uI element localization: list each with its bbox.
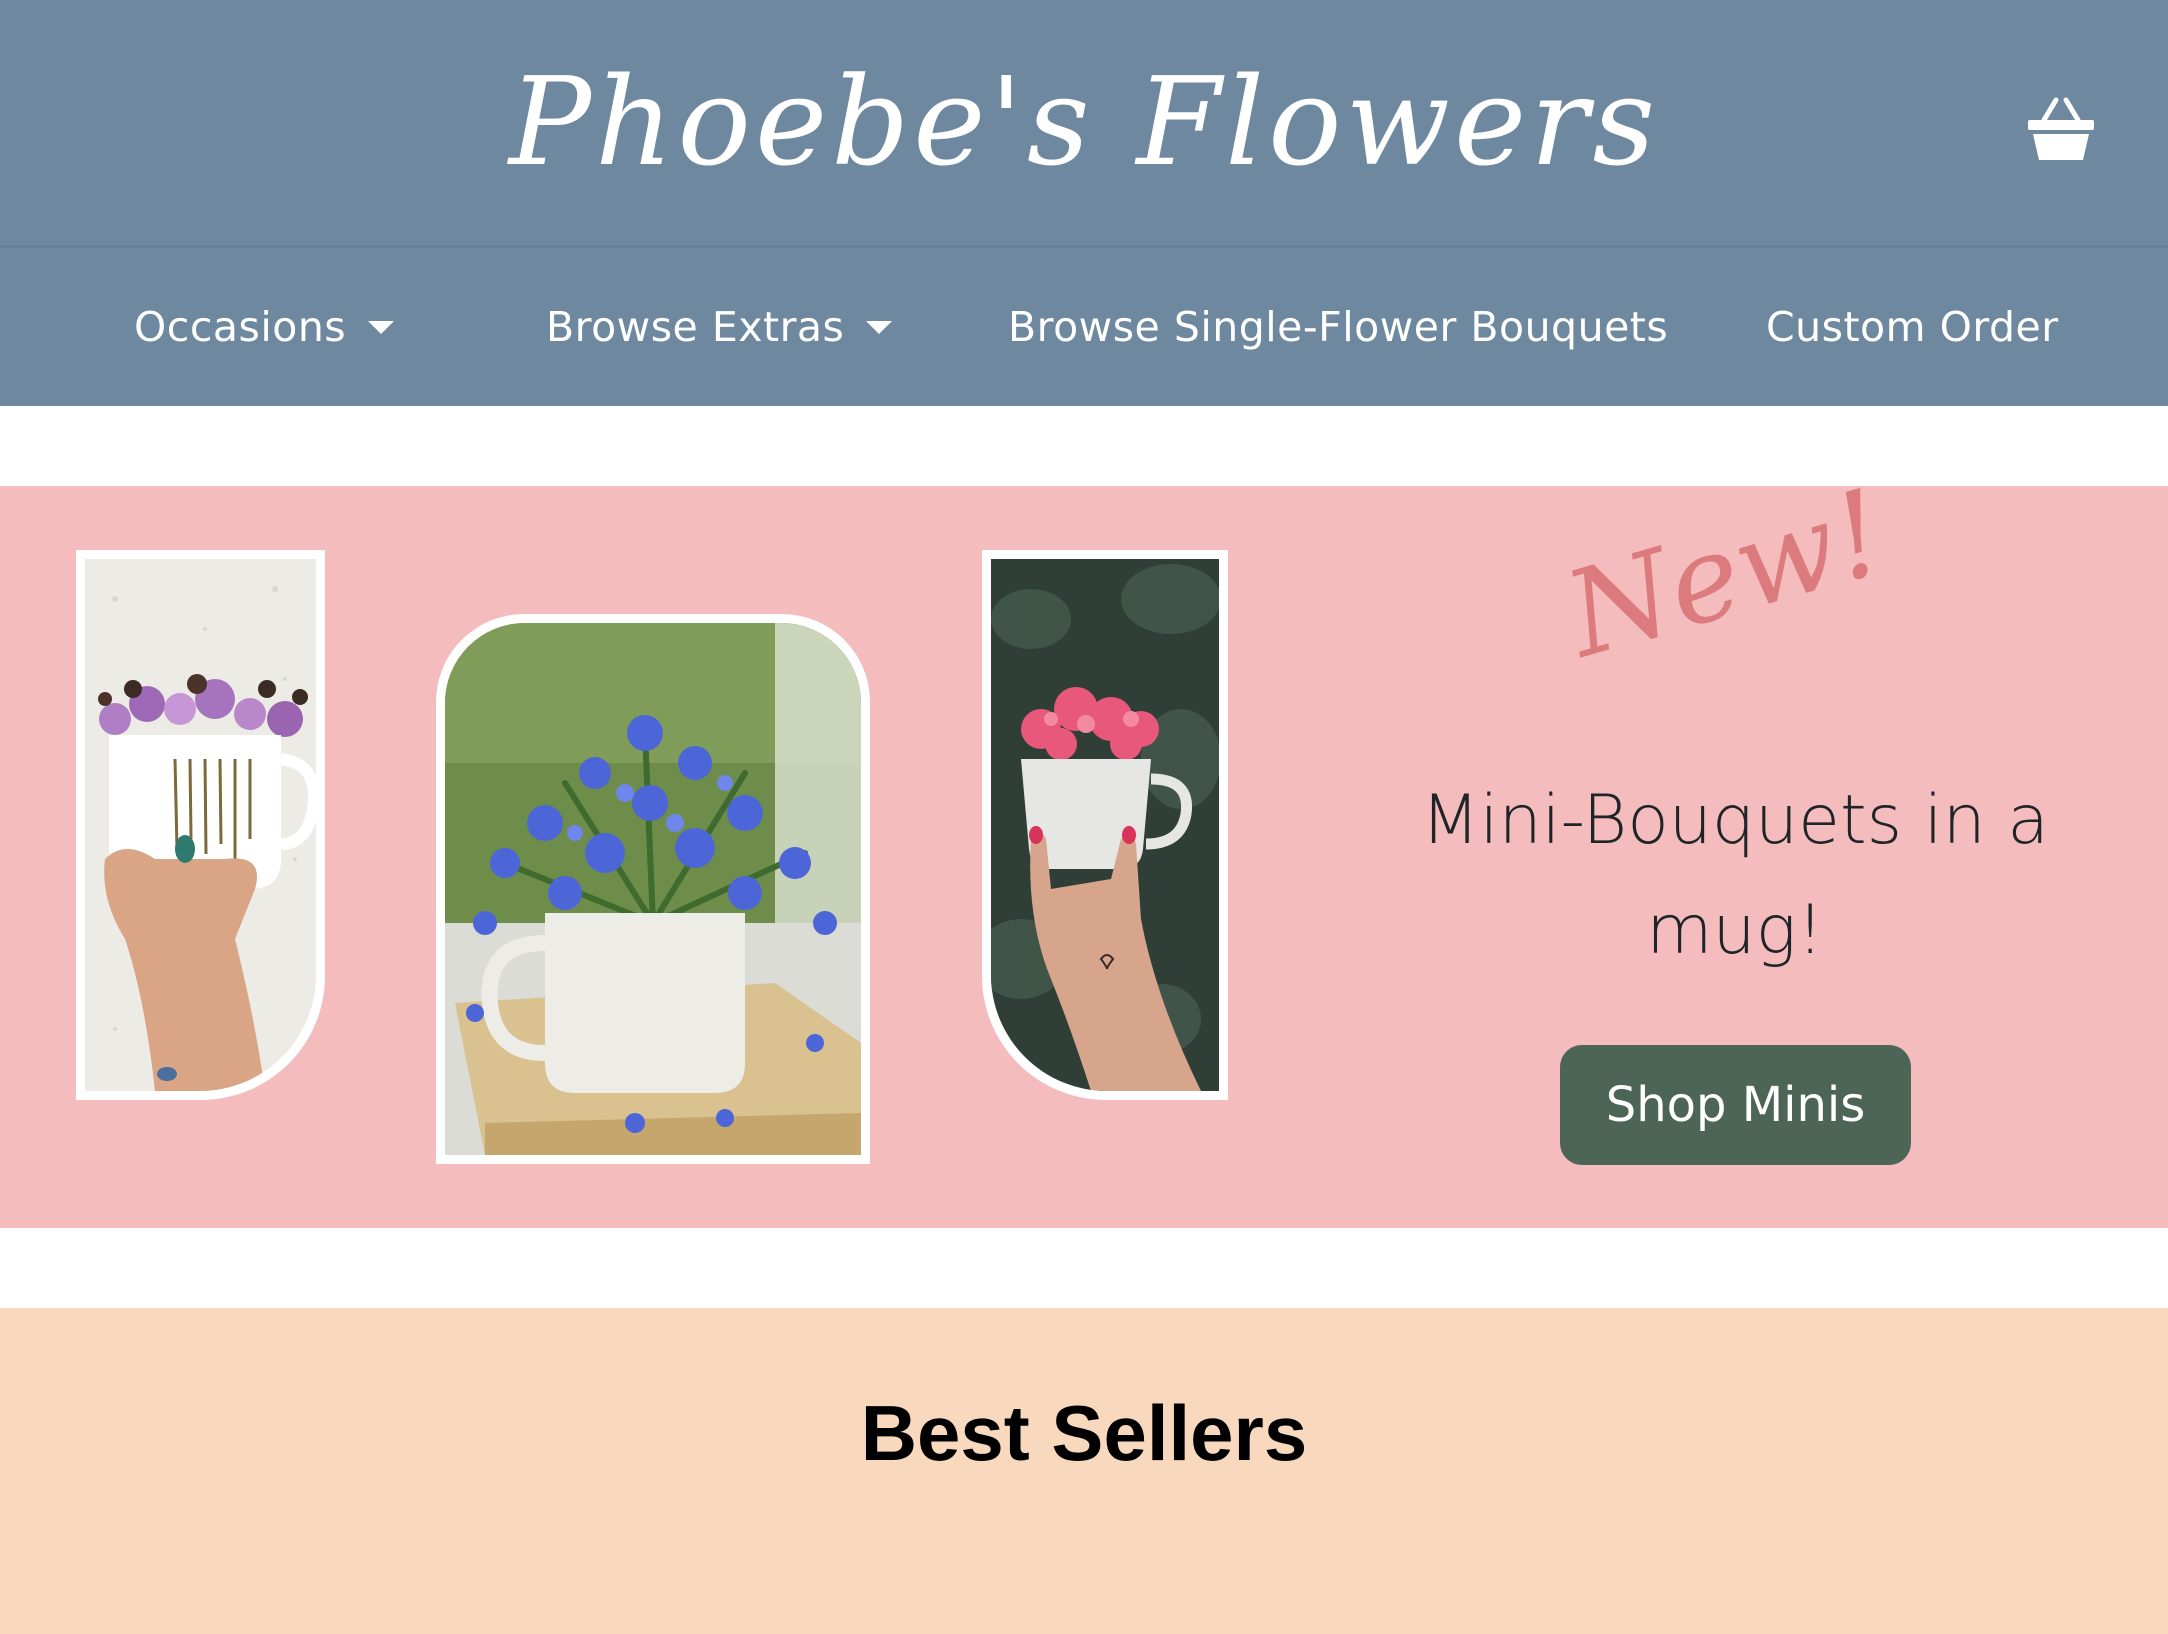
main-nav: Occasions Browse Extras Browse Single-Fl… <box>0 248 2168 406</box>
shop-minis-button[interactable]: Shop Minis <box>1560 1045 1911 1165</box>
nav-occasions-label: Occasions <box>134 303 347 351</box>
site-logo-title[interactable]: Phoebe's Flowers <box>0 42 2168 202</box>
basket-icon[interactable] <box>2026 96 2096 162</box>
nav-occasions[interactable]: Occasions <box>134 248 395 406</box>
best-sellers-section: Best Sellers <box>0 1308 2168 1634</box>
chevron-down-icon <box>866 320 893 334</box>
page: Phoebe's Flowers Occasions Browse Extras… <box>0 0 2168 1634</box>
nav-single-flower-bouquets[interactable]: Browse Single-Flower Bouquets <box>1008 248 1668 406</box>
blue-flowers-mug-photo <box>436 614 870 1164</box>
purple-flowers-mug-photo <box>76 550 325 1100</box>
hero-heading: Mini-Bouquets in a mug! <box>1421 781 2049 970</box>
hero-banner: New! Mini-Bouquets in a mug! Shop Minis <box>0 463 2168 1228</box>
pink-flowers-cup-photo <box>982 550 1228 1100</box>
new-tag: New! <box>1551 462 1900 684</box>
site-header: Phoebe's Flowers <box>0 0 2168 248</box>
nav-browse-extras[interactable]: Browse Extras <box>546 248 893 406</box>
best-sellers-title: Best Sellers <box>860 1389 1308 1477</box>
nav-single-flower-bouquets-label: Browse Single-Flower Bouquets <box>1008 303 1669 351</box>
nav-custom-order[interactable]: Custom Order <box>1766 248 2059 406</box>
nav-browse-extras-label: Browse Extras <box>546 303 845 351</box>
nav-custom-order-label: Custom Order <box>1766 303 2059 351</box>
chevron-down-icon <box>368 320 395 334</box>
